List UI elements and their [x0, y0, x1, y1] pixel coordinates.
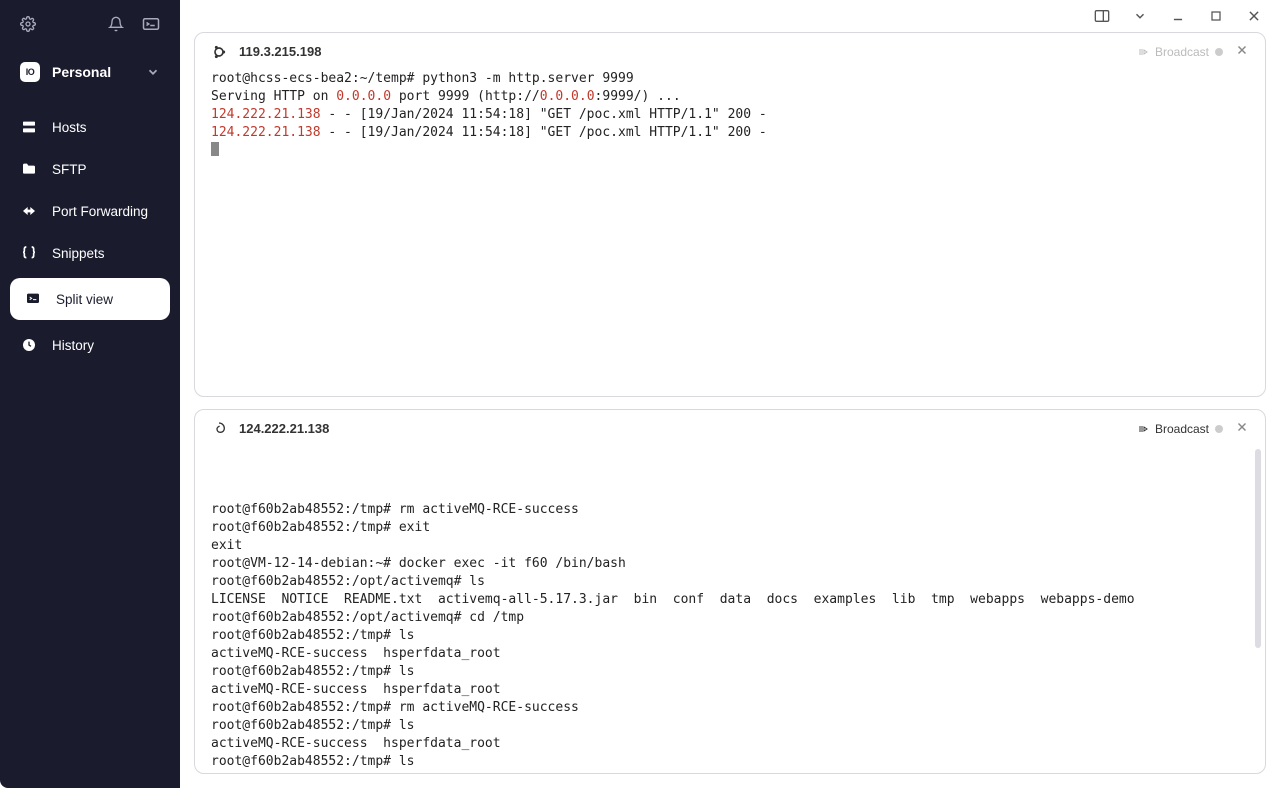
sidebar-item-label: Hosts [52, 120, 87, 135]
profile-row[interactable]: IO Personal [0, 48, 180, 98]
terminal-line: Serving HTTP on 0.0.0.0 port 9999 (http:… [211, 88, 1249, 106]
main: 119.3.215.198 Broadcast root@hcss-ecs-be… [180, 0, 1280, 788]
sidebar-item-label: History [52, 338, 94, 353]
sidebar-item-label: Split view [56, 292, 113, 307]
close-icon[interactable] [1235, 420, 1249, 437]
terminal-line: root@VM-12-14-debian:~# docker exec -it … [211, 555, 1249, 573]
bell-icon[interactable] [108, 16, 124, 32]
collapse-down-icon[interactable] [1130, 6, 1150, 26]
terminal-line: root@f60b2ab48552:/tmp# rm activeMQ-RCE-… [211, 699, 1249, 717]
chevron-down-icon[interactable] [146, 65, 160, 79]
sidebar-item-label: Port Forwarding [52, 204, 148, 219]
sidebar-item-snippets[interactable]: Snippets [0, 232, 180, 274]
terminal-output[interactable]: root@f60b2ab48552:/tmp# rm activeMQ-RCE-… [195, 441, 1265, 773]
panel-toggle-icon[interactable] [1092, 6, 1112, 26]
titlebar [180, 0, 1280, 32]
hosts-icon [20, 119, 38, 135]
broadcast-label: Broadcast [1155, 45, 1209, 59]
terminal-line: LICENSE NOTICE README.txt activemq-all-5… [211, 591, 1249, 609]
terminal-line: activeMQ-RCE-success hsperfdata_root [211, 735, 1249, 753]
terminal-line: activeMQ-RCE-success hsperfdata_root [211, 645, 1249, 663]
sidebar-item-split-view[interactable]: Split view [10, 278, 170, 320]
broadcast-label: Broadcast [1155, 422, 1209, 436]
pane-title: 119.3.215.198 [239, 44, 321, 59]
sidebar: IO Personal Hosts SFTP Port Forwarding S… [0, 0, 180, 788]
forward-icon [20, 203, 38, 219]
profile-name: Personal [52, 64, 111, 80]
terminal-pane-top: 119.3.215.198 Broadcast root@hcss-ecs-be… [194, 32, 1266, 397]
terminal-line: root@f60b2ab48552:/tmp# ls [211, 753, 1249, 771]
local-terminal-icon[interactable] [142, 16, 160, 32]
terminal-line: exit [211, 537, 1249, 555]
window-close-icon[interactable] [1244, 6, 1264, 26]
terminal-line: root@f60b2ab48552:/tmp# ls [211, 717, 1249, 735]
terminal-line: root@hcss-ecs-bea2:~/temp# python3 -m ht… [211, 70, 1249, 88]
sidebar-item-hosts[interactable]: Hosts [0, 106, 180, 148]
close-icon[interactable] [1235, 43, 1249, 60]
clock-icon [20, 337, 38, 353]
terminal-output[interactable]: root@hcss-ecs-bea2:~/temp# python3 -m ht… [195, 64, 1265, 396]
sidebar-item-history[interactable]: History [0, 324, 180, 366]
broadcast-dot-icon [1215, 425, 1223, 433]
sidebar-top [0, 0, 180, 48]
folder-icon [20, 161, 38, 177]
pane-title: 124.222.21.138 [239, 421, 329, 436]
gear-icon[interactable] [20, 16, 36, 32]
nav-list: Hosts SFTP Port Forwarding Snippets Spli… [0, 98, 180, 366]
debian-icon [211, 421, 227, 437]
terminal-line: root@f60b2ab48552:/tmp# rm activeMQ-RCE-… [211, 501, 1249, 519]
window-minimize-icon[interactable] [1168, 6, 1188, 26]
ubuntu-icon [211, 44, 227, 60]
terminal-line: root@f60b2ab48552:/tmp# ls [211, 663, 1249, 681]
sidebar-item-label: SFTP [52, 162, 87, 177]
terminal-line: 124.222.21.138 - - [19/Jan/2024 11:54:18… [211, 106, 1249, 124]
sidebar-item-port-forwarding[interactable]: Port Forwarding [0, 190, 180, 232]
cursor-icon [211, 142, 219, 156]
terminal-line: activeMQ-RCE-success hsperfdata_root [211, 681, 1249, 699]
broadcast-toggle[interactable]: Broadcast [1137, 45, 1223, 59]
terminal-line: root@f60b2ab48552:/tmp# exit [211, 519, 1249, 537]
broadcast-dot-icon [1215, 48, 1223, 56]
sidebar-item-label: Snippets [52, 246, 105, 261]
window-maximize-icon[interactable] [1206, 6, 1226, 26]
terminal-pane-bottom: 124.222.21.138 Broadcast root@f60b2ab485… [194, 409, 1266, 774]
terminal-line: 124.222.21.138 - - [19/Jan/2024 11:54:18… [211, 124, 1249, 142]
terminal-line: root@f60b2ab48552:/tmp# ls [211, 627, 1249, 645]
split-panes: 119.3.215.198 Broadcast root@hcss-ecs-be… [180, 32, 1280, 788]
braces-icon [20, 245, 38, 261]
pane-header: 119.3.215.198 Broadcast [195, 33, 1265, 64]
terminal-line: root@f60b2ab48552:/opt/activemq# cd /tmp [211, 609, 1249, 627]
sidebar-item-sftp[interactable]: SFTP [0, 148, 180, 190]
terminal-line: root@f60b2ab48552:/opt/activemq# ls [211, 573, 1249, 591]
terminal-icon [24, 291, 42, 307]
profile-badge-icon: IO [20, 62, 40, 82]
scrollbar[interactable] [1255, 449, 1261, 648]
pane-header: 124.222.21.138 Broadcast [195, 410, 1265, 441]
terminal-line: activeMQ-RCE-success hsperfdata_root [211, 771, 1249, 773]
broadcast-toggle[interactable]: Broadcast [1137, 422, 1223, 436]
